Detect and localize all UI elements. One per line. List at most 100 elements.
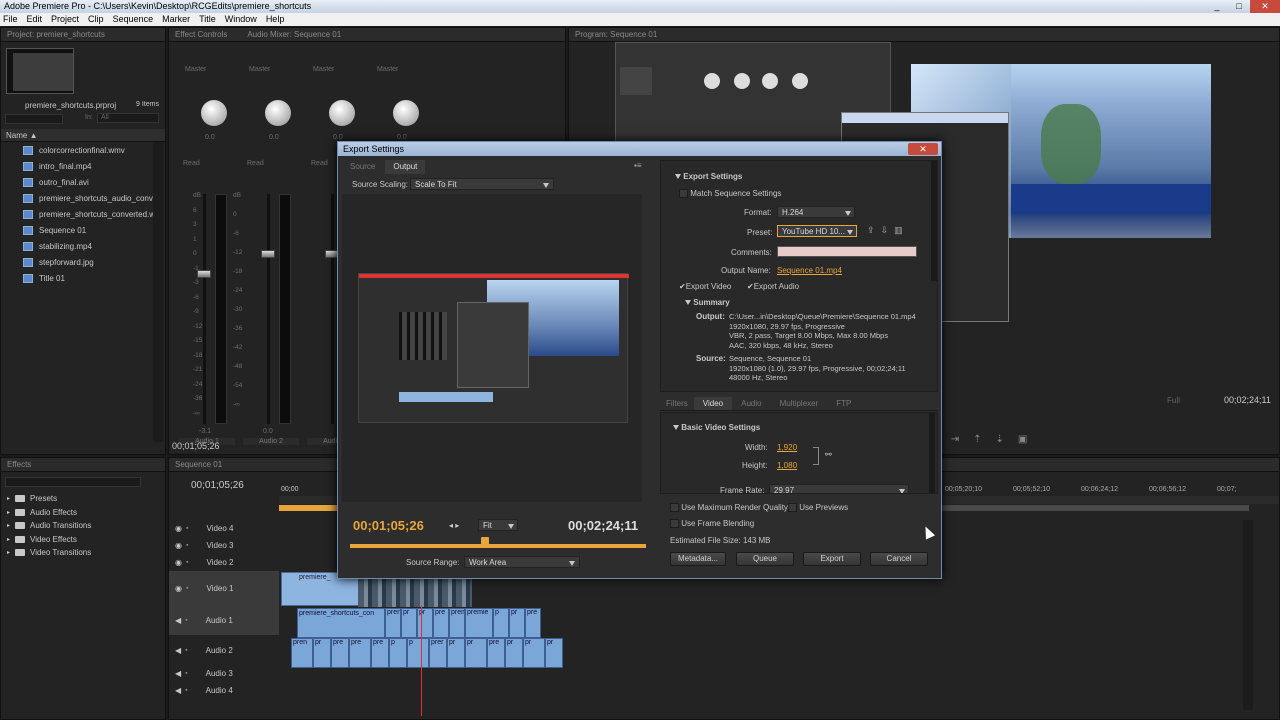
volume-fader[interactable] (197, 270, 211, 278)
metadata-button[interactable]: Metadata... (670, 552, 726, 566)
expand-arrow-icon[interactable]: ▸ (7, 509, 10, 516)
eye-icon[interactable]: ◉ (175, 524, 182, 533)
minimize-button[interactable]: _ (1206, 0, 1228, 13)
format-select[interactable]: H.264 (777, 206, 855, 218)
project-item[interactable]: colorcorrectionfinal.wmv (1, 142, 161, 158)
automation-mode-select[interactable]: Read (183, 160, 200, 167)
project-item[interactable]: premiere_shortcuts_converted.wi (1, 206, 161, 222)
extract-icon[interactable]: ⇣ (995, 434, 1003, 445)
video-settings-scrollbar[interactable] (929, 413, 935, 493)
export-playhead-handle[interactable] (481, 537, 489, 545)
audio1-clip[interactable]: premie (465, 608, 493, 638)
expand-arrow-icon[interactable]: ▸ (7, 549, 10, 556)
match-sequence-row[interactable]: Match Sequence Settings (679, 189, 781, 199)
max-render-row[interactable]: Use Maximum Render Quality (670, 503, 788, 513)
step-forward-icon[interactable]: ⇥ (951, 434, 959, 445)
tab-filters[interactable]: Filters (660, 397, 694, 410)
channel-mode-select[interactable]: Master (249, 66, 270, 73)
eye-icon[interactable]: ◉ (175, 584, 182, 593)
expand-arrow-icon[interactable]: ▸ (7, 495, 10, 502)
max-render-checkbox[interactable] (670, 503, 679, 513)
audio2-clip[interactable]: prer (429, 638, 447, 668)
summary-header[interactable]: Summary (685, 298, 730, 307)
expand-arrow-icon[interactable]: ▸ (7, 536, 10, 543)
lock-icon[interactable]: ▪ (186, 525, 188, 532)
panel-menu-icon[interactable]: ▪≡ (634, 161, 642, 170)
comments-input[interactable] (777, 246, 917, 257)
tab-output[interactable]: Output (385, 160, 426, 174)
eye-icon[interactable]: ◉ (175, 541, 182, 550)
source-scaling-select[interactable]: Scale To Fit (410, 178, 554, 190)
frame-rate-select[interactable]: 29.97 (769, 484, 909, 493)
pan-knob[interactable] (329, 100, 355, 126)
export-video-row[interactable]: ✔Export Video (679, 282, 731, 291)
audio1-clip[interactable]: p (493, 608, 509, 638)
lock-icon[interactable]: ▪ (185, 670, 187, 677)
menu-sequence[interactable]: Sequence (113, 14, 154, 25)
lift-icon[interactable]: ⇡ (973, 434, 981, 445)
pan-knob[interactable] (201, 100, 227, 126)
menu-file[interactable]: File (3, 14, 18, 25)
project-item[interactable]: Title 01 (1, 270, 161, 286)
speaker-icon[interactable]: ◀ (175, 669, 181, 678)
audio1-clip[interactable]: pr (509, 608, 525, 638)
cancel-button[interactable]: Cancel (870, 552, 928, 566)
lock-icon[interactable]: ▪ (185, 647, 187, 654)
maximize-button[interactable]: □ (1228, 0, 1250, 13)
speaker-icon[interactable]: ◀ (175, 686, 181, 695)
project-item[interactable]: Sequence 01 (1, 222, 161, 238)
audio1-clip[interactable]: pre (433, 608, 449, 638)
project-item[interactable]: outro_final.avi (1, 174, 161, 190)
export-range-slider[interactable] (350, 544, 646, 548)
channel-mode-select[interactable]: Master (185, 66, 206, 73)
tab-ftp[interactable]: FTP (827, 397, 860, 410)
import-preset-icon[interactable]: ⇩ (881, 225, 895, 235)
audio2-clip[interactable]: pr (447, 638, 465, 668)
menu-title[interactable]: Title (199, 14, 216, 25)
lock-icon[interactable]: ▪ (186, 559, 188, 566)
output-name-link[interactable]: Sequence 01.mp4 (777, 266, 842, 275)
menu-help[interactable]: Help (266, 14, 285, 25)
channel-mode-select[interactable]: Master (313, 66, 334, 73)
project-search-input[interactable] (5, 114, 63, 124)
menu-marker[interactable]: Marker (162, 14, 190, 25)
delete-preset-icon[interactable]: ▥ (894, 225, 909, 235)
queue-button[interactable]: Queue (736, 552, 794, 566)
save-preset-icon[interactable]: ⇪ (867, 225, 881, 235)
tab-audio[interactable]: Audio (732, 397, 770, 410)
effects-folder[interactable]: ▸ Presets (1, 492, 91, 506)
lock-icon[interactable]: ▪ (186, 542, 188, 549)
audio2-clip[interactable]: pre (487, 638, 505, 668)
volume-fader[interactable] (261, 250, 275, 258)
close-window-button[interactable]: ✕ (1250, 0, 1280, 13)
audio1-clip[interactable]: pr (401, 608, 417, 638)
project-item[interactable]: stabilizing.mp4 (1, 238, 161, 254)
use-previews-row[interactable]: Use Previews (788, 503, 848, 513)
source-range-select[interactable]: Work Area (464, 556, 580, 568)
export-close-button[interactable]: ✕ (908, 143, 938, 155)
menu-clip[interactable]: Clip (88, 14, 104, 25)
constrain-proportions-icon[interactable]: ⚯ (825, 450, 832, 459)
project-item[interactable]: premiere_shortcuts_audio_conve (1, 190, 161, 206)
export-frame-icon[interactable]: ▣ (1018, 434, 1027, 445)
export-audio-row[interactable]: ✔Export Audio (747, 282, 799, 291)
basic-video-header[interactable]: Basic Video Settings (673, 423, 760, 432)
effects-folder[interactable]: ▸ Video Effects (1, 533, 91, 547)
fit-zoom-select[interactable]: Fit (478, 519, 518, 531)
audio2-clip[interactable]: pr (313, 638, 331, 668)
audio2-clip[interactable]: p (407, 638, 429, 668)
menu-window[interactable]: Window (225, 14, 257, 25)
project-item[interactable]: stepforward.jpg (1, 254, 161, 270)
menu-project[interactable]: Project (51, 14, 79, 25)
use-previews-checkbox[interactable] (788, 503, 797, 513)
width-value[interactable]: 1,920 (777, 443, 797, 452)
lock-icon[interactable]: ▪ (185, 687, 187, 694)
set-in-out-icons[interactable]: ◂ ▸ (449, 521, 459, 530)
timeline-playhead[interactable] (421, 606, 422, 716)
effects-folder[interactable]: ▸ Video Transitions (1, 546, 91, 560)
pan-knob[interactable] (393, 100, 419, 126)
tab-audio-mixer[interactable]: Audio Mixer: Sequence 01 (247, 30, 341, 39)
preset-select[interactable]: YouTube HD 10... (777, 225, 857, 237)
speaker-icon[interactable]: ◀ (175, 616, 181, 625)
frame-blending-row[interactable]: Use Frame Blending (670, 519, 754, 529)
